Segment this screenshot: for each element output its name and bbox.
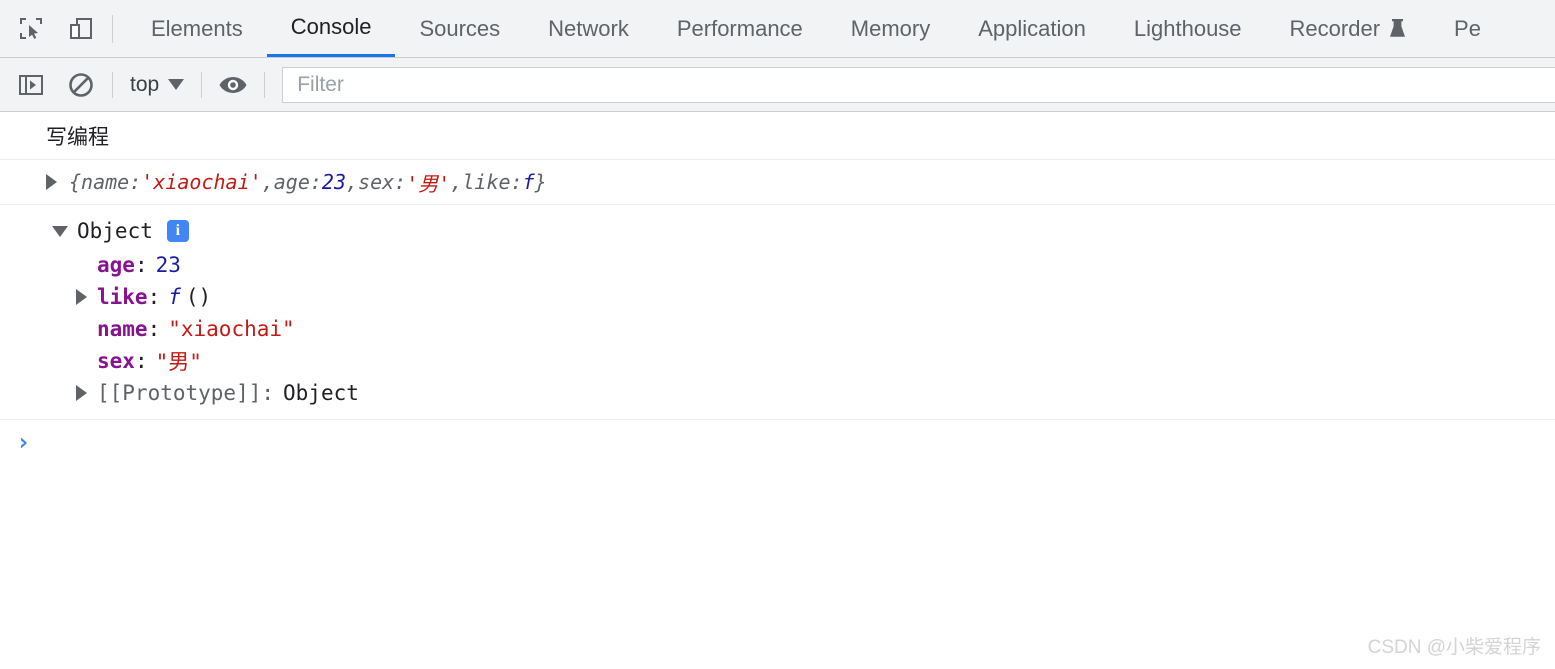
preview-value-age: 23	[321, 170, 346, 194]
tab-memory[interactable]: Memory	[827, 0, 954, 57]
object-property-like[interactable]: like : f ()	[0, 281, 1555, 313]
console-log-text: 写编程	[46, 126, 109, 149]
tab-sources[interactable]: Sources	[395, 0, 524, 57]
console-object-expanded-row: Object i age : 23 like : f () name : "xi…	[0, 205, 1555, 420]
preview-brace-close: }	[534, 170, 547, 194]
console-sidebar-icon[interactable]	[13, 67, 49, 103]
tabbar-divider	[112, 14, 113, 43]
preview-key-like: like:	[462, 170, 523, 194]
tab-application[interactable]: Application	[954, 0, 1110, 57]
preview-sep-2: ,	[346, 170, 359, 194]
console-log-row[interactable]: 写编程	[0, 113, 1555, 160]
expand-arrow-icon[interactable]	[76, 289, 87, 305]
property-key-like: like	[97, 285, 148, 309]
toolbar-divider-1	[112, 71, 113, 98]
property-value-like-parens: ()	[185, 285, 212, 309]
inspect-element-icon[interactable]	[14, 12, 48, 46]
console-toolbar: top	[0, 58, 1555, 112]
tab-sources-label: Sources	[419, 15, 501, 41]
preview-key-sex: sex:	[358, 170, 407, 194]
property-value-prototype: Object	[283, 381, 359, 405]
console-sidebar-glyph	[19, 74, 43, 95]
chevron-down-icon	[168, 79, 185, 90]
devtools-tool-icons	[0, 12, 98, 46]
tab-network[interactable]: Network	[524, 0, 653, 57]
csdn-watermark: CSDN @小柴爱程序	[1367, 637, 1541, 658]
tab-console-label: Console	[290, 14, 372, 39]
property-value-like: f	[168, 285, 181, 309]
property-value-sex: "男"	[155, 350, 202, 374]
expand-arrow-icon[interactable]	[76, 385, 87, 401]
tab-recorder-label: Recorder	[1289, 15, 1381, 41]
collapse-arrow-icon[interactable]	[52, 225, 68, 237]
inspect-element-glyph	[20, 17, 42, 39]
prompt-chevron-icon[interactable]: ›	[16, 428, 30, 456]
tab-performance[interactable]: Performance	[653, 0, 827, 57]
property-key-age: age	[97, 253, 135, 277]
console-object-preview-row[interactable]: { name: 'xiaochai' , age: 23 , sex: '男' …	[0, 160, 1555, 205]
preview-value-sex: '男'	[406, 171, 451, 196]
preview-value-name: 'xiaochai'	[141, 170, 262, 194]
property-colon-like: :	[147, 285, 161, 309]
device-toolbar-icon[interactable]	[64, 12, 98, 46]
tab-elements-label: Elements	[151, 15, 243, 41]
property-colon-sex: :	[134, 349, 148, 373]
devtools-panel-tabs: Elements Console Sources Network Perform…	[127, 0, 1555, 57]
experimental-flask-glyph	[1390, 19, 1406, 37]
eye-glyph	[219, 76, 247, 93]
object-property-name[interactable]: name : "xiaochai"	[0, 313, 1555, 345]
tab-lighthouse[interactable]: Lighthouse	[1110, 0, 1266, 57]
preview-sep-1: ,	[261, 170, 274, 194]
clear-console-icon[interactable]	[63, 67, 99, 103]
object-type-label: Object	[77, 219, 153, 243]
execution-context-label: top	[130, 72, 160, 96]
property-key-sex: sex	[97, 349, 135, 373]
console-prompt-row[interactable]: ›	[0, 420, 1555, 464]
property-arrow-slot-like	[76, 289, 93, 305]
console-filter-input[interactable]	[282, 66, 1555, 103]
tab-lighthouse-label: Lighthouse	[1133, 15, 1242, 41]
property-key-prototype: [[Prototype]]:	[97, 381, 275, 405]
property-value-name: "xiaochai"	[168, 317, 295, 341]
console-message-list: 写编程 { name: 'xiaochai' , age: 23 , sex: …	[0, 113, 1555, 669]
property-arrow-slot-prototype	[76, 385, 93, 401]
object-property-prototype[interactable]: [[Prototype]]: Object	[0, 377, 1555, 409]
preview-value-like: f	[522, 170, 535, 194]
tab-memory-label: Memory	[850, 15, 931, 41]
tab-performance-insights-label: Pe	[1454, 15, 1481, 41]
tab-performance-label: Performance	[676, 15, 803, 41]
preview-brace-open: {	[69, 170, 82, 194]
property-value-age: 23	[155, 253, 181, 277]
toolbar-divider-2	[201, 71, 203, 98]
tab-elements[interactable]: Elements	[127, 0, 267, 57]
tab-console[interactable]: Console	[266, 0, 396, 57]
devtools-tab-bar: Elements Console Sources Network Perform…	[0, 0, 1555, 58]
tab-application-label: Application	[978, 15, 1086, 41]
object-header[interactable]: Object i	[0, 213, 1555, 249]
toolbar-divider-3	[264, 71, 266, 98]
tab-performance-insights[interactable]: Pe	[1430, 0, 1505, 57]
expand-arrow-icon[interactable]	[46, 174, 57, 190]
object-property-sex[interactable]: sex : "男"	[0, 345, 1555, 377]
preview-sep-3: ,	[450, 170, 463, 194]
object-property-age[interactable]: age : 23	[0, 249, 1555, 281]
tab-network-label: Network	[548, 15, 629, 41]
live-expression-eye-icon[interactable]	[215, 67, 251, 103]
clear-console-glyph	[69, 72, 93, 97]
property-colon-name: :	[147, 317, 161, 341]
preview-key-name: name:	[81, 170, 142, 194]
device-toolbar-glyph	[70, 17, 92, 39]
info-icon[interactable]: i	[166, 220, 189, 242]
property-colon-age: :	[134, 253, 148, 277]
preview-key-age: age:	[273, 170, 322, 194]
experimental-flask-icon	[1389, 18, 1406, 39]
tab-recorder[interactable]: Recorder	[1266, 0, 1430, 57]
console-prompt-input[interactable]	[30, 420, 1555, 464]
property-key-name: name	[97, 317, 148, 341]
execution-context-selector[interactable]: top	[126, 73, 188, 97]
